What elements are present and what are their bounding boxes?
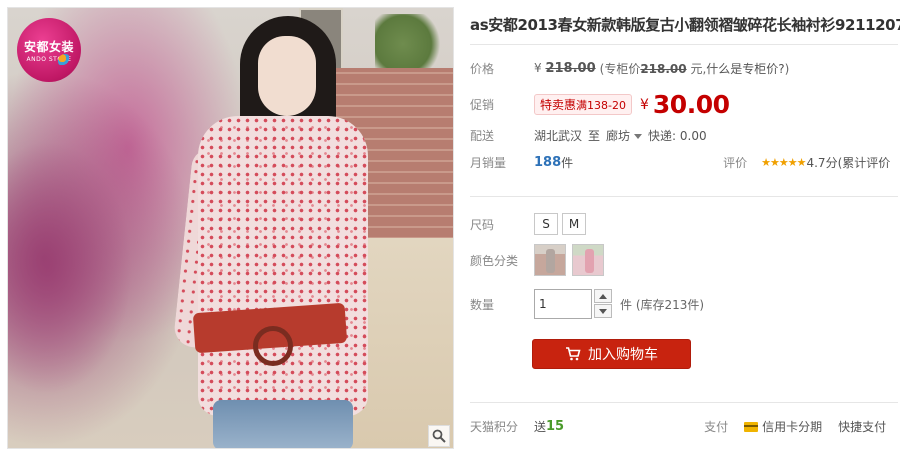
add-to-cart-label: 加入购物车 <box>588 347 658 363</box>
counter-price-value: 218.00 <box>640 62 687 76</box>
model-denim-shorts <box>213 400 353 448</box>
credit-card-icon <box>744 421 759 432</box>
credit-installment-label: 信用卡分期 <box>762 420 823 434</box>
size-row: 尺码 S M <box>470 213 590 235</box>
shipping-express-fee: 快递: 0.00 <box>648 129 707 143</box>
quantity-row: 数量 件 (库存213件) <box>470 289 704 319</box>
counter-price-unit: 元, <box>690 62 707 76</box>
points-label: 天猫积分 <box>470 420 519 434</box>
quick-pay-label: 快捷支付 <box>838 420 887 434</box>
chevron-down-icon <box>634 133 643 139</box>
promo-price: 30.00 <box>652 90 730 119</box>
credit-installment-option[interactable]: 信用卡分期 <box>744 418 822 435</box>
quantity-decrease-button[interactable] <box>594 304 612 318</box>
size-label: 尺码 <box>470 217 495 232</box>
color-swatch-2[interactable] <box>572 244 604 276</box>
price-label: 价格 <box>470 62 495 76</box>
quantity-input[interactable] <box>534 289 592 319</box>
chevron-up-icon <box>599 293 607 299</box>
size-option-s[interactable]: S <box>534 213 558 235</box>
sales-row: 月销量 188 件 评价 ★★★★★ 4.7分(累计评价 <box>470 154 890 171</box>
sales-unit: 件 <box>561 156 574 170</box>
background-silk <box>8 68 198 448</box>
original-price: ¥ 218.00 <box>534 61 596 76</box>
promo-price-currency: ¥ <box>639 96 649 113</box>
rating-label: 评价 <box>723 156 748 170</box>
original-price-currency: ¥ <box>534 61 542 75</box>
quick-pay-option[interactable]: 快捷支付 <box>838 418 886 435</box>
payment-label: 支付 <box>704 420 729 434</box>
info-divider <box>470 196 898 197</box>
points-value: 15 <box>546 419 565 434</box>
price-row: 价格 ¥ 218.00 (专柜价218.00 元,什么是专柜价?) <box>470 60 789 77</box>
title-divider <box>470 44 898 45</box>
counter-price-prefix: (专柜价 <box>599 62 641 76</box>
shipping-destination: 廊坊 <box>606 129 631 143</box>
shipping-row: 配送 湖北武汉 至 廊坊 快递: 0.00 <box>470 127 707 144</box>
shipping-destination-select[interactable]: 廊坊 <box>606 127 648 144</box>
add-to-cart-button[interactable]: 加入购物车 <box>532 339 691 369</box>
sales-count: 188 <box>534 155 562 170</box>
color-label: 颜色分类 <box>470 253 519 268</box>
promo-label: 促销 <box>470 98 495 112</box>
sales-label: 月销量 <box>470 156 507 170</box>
shipping-to: 至 <box>588 129 601 143</box>
counter-price-suffix: ) <box>784 62 790 76</box>
footer-row: 天猫积分 送 15 支付 信用卡分期 快捷支付 <box>470 418 900 435</box>
counter-price-note: (专柜价218.00 元,什么是专柜价?) <box>600 60 790 77</box>
product-main-image[interactable] <box>7 7 454 449</box>
quantity-stepper <box>594 289 612 319</box>
size-option-m[interactable]: M <box>562 213 586 235</box>
promo-badge-range: 满138-20 <box>576 99 626 112</box>
star-rating-icon: ★★★★★ <box>761 156 806 169</box>
magnifier-icon <box>432 429 446 443</box>
footer-divider <box>470 402 898 403</box>
shipping-label: 配送 <box>470 129 495 143</box>
store-logo: 安都女装 ANDO STORE <box>17 18 81 82</box>
color-row: 颜色分类 <box>470 244 610 276</box>
model-floral-shirt <box>198 116 368 416</box>
quantity-increase-button[interactable] <box>594 289 612 303</box>
background-tree <box>375 14 445 74</box>
promo-row: 促销 特卖惠满138-20 ¥ 30.00 <box>470 90 730 119</box>
promo-badge-name: 特卖惠 <box>540 98 577 112</box>
color-swatch-1[interactable] <box>534 244 566 276</box>
chevron-down-icon <box>599 308 607 314</box>
logo-dots-icon <box>58 54 72 68</box>
points-prefix: 送 <box>534 420 547 434</box>
original-price-value: 218.00 <box>545 61 596 76</box>
logo-text: 安都女装 <box>23 39 74 54</box>
stock-note: 件 (库存213件) <box>620 297 705 312</box>
belt-buckle <box>253 326 293 366</box>
rating-value-link[interactable]: 4.7分(累计评价 <box>806 154 890 171</box>
model-face <box>258 36 316 116</box>
zoom-button[interactable] <box>428 425 450 447</box>
promo-badge[interactable]: 特卖惠满138-20 <box>534 94 632 115</box>
shopping-cart-icon <box>566 347 581 361</box>
product-title: as安都2013春女新款韩版复古小翻领褶皱碎花长袖衬衫9211207C <box>470 16 900 34</box>
shipping-origin: 湖北武汉 <box>534 129 583 143</box>
counter-price-help-link[interactable]: 什么是专柜价? <box>706 62 784 76</box>
quantity-label: 数量 <box>470 297 495 312</box>
